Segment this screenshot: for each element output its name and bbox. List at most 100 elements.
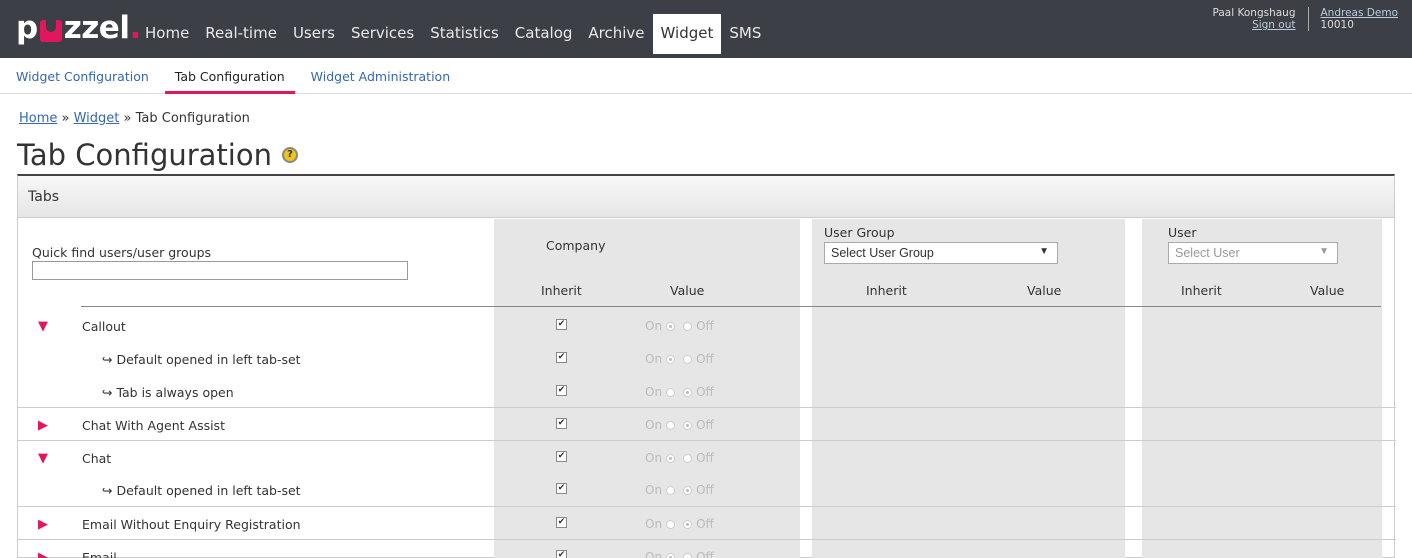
- inherit-checkbox[interactable]: ✔: [556, 385, 567, 396]
- expand-triangle-icon[interactable]: ▶: [38, 517, 48, 532]
- tab-row: ▶ Chat With Agent Assist ✔ On Off: [18, 407, 1396, 440]
- tab-widget-administration[interactable]: Widget Administration: [301, 58, 460, 94]
- nav-statistics[interactable]: Statistics: [422, 14, 507, 54]
- dropdown-arrow-icon: ▼: [1039, 246, 1049, 257]
- puzzel-logo[interactable]: p zzel.: [16, 10, 141, 46]
- row-label: ↪ Default opened in left tab-set: [102, 352, 301, 367]
- value-toggle: On Off: [645, 517, 714, 531]
- company-label: Company: [546, 238, 606, 253]
- on-radio[interactable]: [666, 322, 676, 331]
- user-value-header: Value: [1310, 283, 1345, 298]
- nav-real-time[interactable]: Real-time: [197, 14, 285, 54]
- user-select[interactable]: Select User ▼: [1168, 242, 1338, 264]
- off-radio[interactable]: [683, 520, 693, 529]
- on-label: On: [645, 418, 663, 432]
- nav-catalog[interactable]: Catalog: [507, 14, 581, 54]
- off-label: Off: [696, 451, 714, 465]
- row-label: Email Without Enquiry Registration: [82, 517, 301, 532]
- nav-services[interactable]: Services: [343, 14, 422, 54]
- off-radio[interactable]: [683, 486, 693, 495]
- on-label: On: [645, 483, 663, 497]
- off-label: Off: [696, 319, 714, 333]
- breadcrumb-home[interactable]: Home: [19, 111, 57, 126]
- on-radio[interactable]: [666, 454, 676, 463]
- off-radio[interactable]: [683, 553, 693, 558]
- header-divider: [81, 306, 1381, 307]
- nav-users[interactable]: Users: [285, 14, 343, 54]
- off-radio[interactable]: [683, 454, 693, 463]
- main-nav: Home Real-time Users Services Statistics…: [137, 14, 769, 54]
- row-label: ↪ Default opened in left tab-set: [102, 483, 301, 498]
- on-label: On: [645, 352, 663, 366]
- inherit-checkbox[interactable]: ✔: [556, 352, 567, 363]
- on-label: On: [645, 451, 663, 465]
- on-radio[interactable]: [666, 553, 676, 558]
- quickfind-input[interactable]: [32, 261, 408, 280]
- tab-row: ↪ Default opened in left tab-set ✔ On Off: [18, 473, 1396, 506]
- off-radio[interactable]: [683, 322, 693, 331]
- off-label: Off: [696, 483, 714, 497]
- company-link[interactable]: Andreas Demo: [1321, 7, 1399, 19]
- on-label: On: [645, 319, 663, 333]
- off-radio[interactable]: [683, 355, 693, 364]
- off-label: Off: [696, 550, 714, 558]
- on-radio[interactable]: [666, 520, 676, 529]
- off-label: Off: [696, 517, 714, 531]
- user-group-inherit-header: Inherit: [866, 283, 907, 298]
- collapse-triangle-icon[interactable]: ▼: [38, 451, 48, 466]
- value-toggle: On Off: [645, 319, 714, 333]
- on-label: On: [645, 517, 663, 531]
- inherit-checkbox[interactable]: ✔: [556, 517, 567, 528]
- inherit-checkbox[interactable]: ✔: [556, 483, 567, 494]
- value-toggle: On Off: [645, 352, 714, 366]
- row-label: Email: [82, 550, 117, 558]
- off-radio[interactable]: [683, 388, 693, 397]
- user-group-select[interactable]: Select User Group ▼: [824, 242, 1058, 264]
- on-radio[interactable]: [666, 355, 676, 364]
- value-toggle: On Off: [645, 418, 714, 432]
- nav-sms[interactable]: SMS: [721, 14, 769, 54]
- off-label: Off: [696, 385, 714, 399]
- on-radio[interactable]: [666, 486, 676, 495]
- on-radio[interactable]: [666, 388, 676, 397]
- inherit-checkbox[interactable]: ✔: [556, 418, 567, 429]
- user-group-value-header: Value: [1027, 283, 1062, 298]
- company-value-header: Value: [670, 283, 705, 298]
- inherit-checkbox[interactable]: ✔: [556, 451, 567, 462]
- nav-home[interactable]: Home: [137, 14, 197, 54]
- nav-widget[interactable]: Widget: [652, 14, 722, 54]
- off-label: Off: [696, 352, 714, 366]
- inherit-checkbox[interactable]: ✔: [556, 550, 567, 558]
- nav-archive[interactable]: Archive: [580, 14, 652, 54]
- sign-out-link[interactable]: Sign out: [1213, 19, 1295, 31]
- off-radio[interactable]: [683, 421, 693, 430]
- tab-row: ↪ Tab is always open ✔ On Off: [18, 375, 1396, 408]
- sub-nav: Widget Configuration Tab Configuration W…: [0, 58, 1412, 94]
- on-label: On: [645, 550, 663, 558]
- breadcrumb-sep: »: [119, 111, 136, 126]
- breadcrumb: Home » Widget » Tab Configuration: [19, 111, 250, 126]
- expand-triangle-icon[interactable]: ▶: [38, 418, 48, 433]
- tabs-panel: Tabs Quick find users/user groups Compan…: [17, 174, 1396, 558]
- tab-tab-configuration[interactable]: Tab Configuration: [164, 58, 295, 94]
- on-radio[interactable]: [666, 421, 676, 430]
- row-label: Chat: [82, 451, 112, 466]
- row-label: Chat With Agent Assist: [82, 418, 225, 433]
- user-info: Paal Kongshaug Sign out Andreas Demo 100…: [1213, 7, 1398, 31]
- inherit-checkbox[interactable]: ✔: [556, 319, 567, 330]
- tab-widget-configuration[interactable]: Widget Configuration: [6, 58, 159, 94]
- expand-triangle-icon[interactable]: ▶: [38, 550, 48, 558]
- breadcrumb-widget[interactable]: Widget: [74, 111, 120, 126]
- user-name: Paal Kongshaug: [1212, 7, 1296, 19]
- page-title: Tab Configuration ?: [17, 138, 298, 172]
- value-toggle: On Off: [645, 550, 714, 558]
- user-inherit-header: Inherit: [1181, 283, 1222, 298]
- collapse-triangle-icon[interactable]: ▼: [38, 319, 48, 334]
- breadcrumb-current: Tab Configuration: [135, 111, 250, 126]
- breadcrumb-sep: »: [57, 111, 74, 126]
- logo-mark-icon: [39, 20, 62, 42]
- tab-row: ▶ Email Without Enquiry Registration ✔ On Of…: [18, 506, 1396, 539]
- dropdown-arrow-icon: ▼: [1319, 246, 1329, 257]
- value-toggle: On Off: [645, 483, 714, 497]
- help-icon[interactable]: ?: [281, 147, 298, 163]
